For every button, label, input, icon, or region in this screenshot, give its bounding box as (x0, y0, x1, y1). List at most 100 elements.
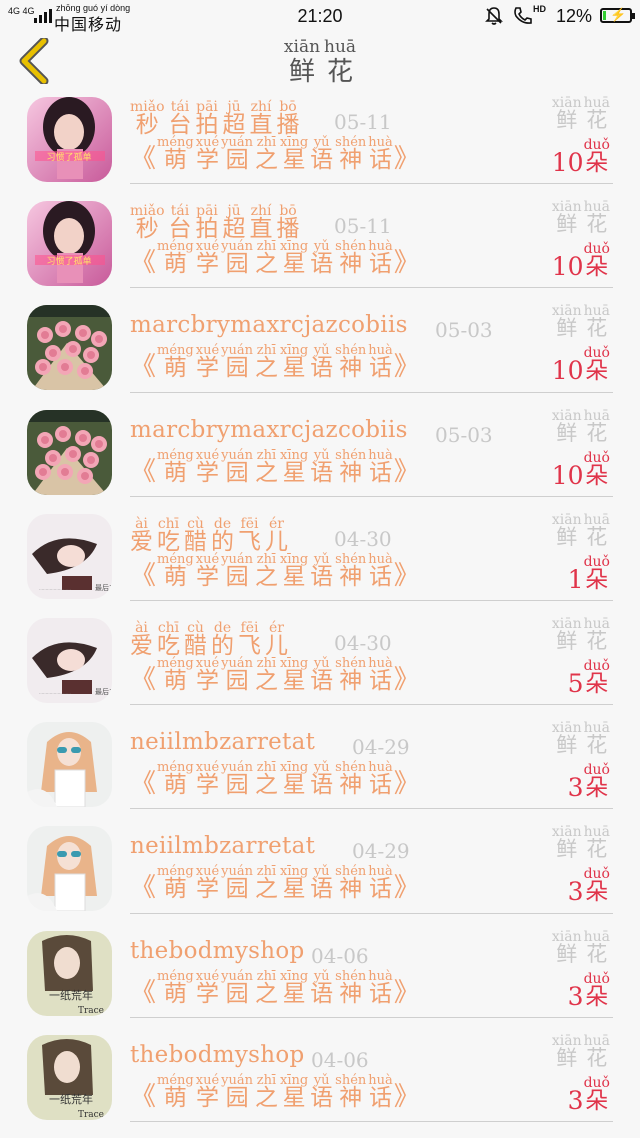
list-item[interactable]: 习惯了孤单 miǎo 秒 tái 台 pāi 拍 jū 超 zhí 直 bō 播 05-11 《 mén… (0, 88, 640, 192)
sender-name: marcbrymaxrcjazcobiis (130, 416, 408, 443)
show-title: 《 méng 萌 xué 学 yuán 园 zhī 之 xīng 星 yǔ 语 shén 神 huà 话》 (130, 447, 420, 487)
avatar[interactable] (27, 826, 112, 912)
flower-label: xiān 鲜 huā 花 (551, 95, 610, 132)
flower-count: 5 duǒ 朵 (567, 657, 610, 698)
flower-label: xiān 鲜 huā 花 (551, 407, 610, 445)
list-item[interactable]: neiilmbzarretat 04-29 《 méng 萌 xué 学 yuán 园 zhī… (0, 817, 640, 921)
gift-date: 05-03 (435, 422, 493, 447)
flower-label: xiān 鲜 huā 花 (551, 928, 610, 966)
flower-count: 3 duǒ 朵 (567, 970, 610, 1011)
flower-count: 3 duǒ 朵 (567, 762, 610, 803)
flower-label: xiān 鲜 huā 花 (551, 1032, 610, 1070)
show-title: 《 méng 萌 xué 学 yuán 园 zhī 之 xīng 星 yǔ 语 shén 神 huà 话》 (130, 655, 420, 695)
flower-count: 3 duǒ 朵 (567, 1074, 610, 1115)
gift-date: 04-30 (334, 526, 392, 551)
status-bar: 4G 4G zhōng guó yí dòng 中国移动 21:20 HD 12… (0, 0, 640, 34)
avatar[interactable] (27, 305, 112, 391)
svg-text:习惯了孤单: 习惯了孤单 (46, 151, 91, 163)
sender-name: thebodmyshop (130, 937, 305, 964)
list-item[interactable]: …………………… 最后1 ài 爱 chī 吃 cù 醋 de 的 fēi 飞 ér 儿 04-30 … (0, 609, 640, 713)
gift-date: 04-06 (311, 943, 369, 968)
row-divider (130, 391, 613, 393)
count-number: 10 (551, 356, 584, 386)
count-number: 5 (567, 668, 584, 698)
flower-count: 10 duǒ 朵 (551, 345, 610, 386)
sender-name: miǎo 秒 tái 台 pāi 拍 jū 超 zhí 直 bō 播 (130, 203, 300, 243)
avatar[interactable]: …………………… 最后1 (27, 617, 112, 703)
svg-text:……………………: …………………… (39, 690, 71, 695)
sender-name: ài 爱 chī 吃 cù 醋 de 的 fēi 飞 ér 儿 (130, 619, 288, 659)
svg-text:习惯了孤单: 习惯了孤单 (46, 255, 91, 267)
avatar[interactable]: …………………… 最后1 (27, 513, 112, 599)
svg-text:Trace: Trace (78, 1006, 104, 1016)
gift-list: 习惯了孤单 miǎo 秒 tái 台 pāi 拍 jū 超 zhí 直 bō 播 05-11 《 mén… (0, 88, 640, 1130)
show-title: 《 méng 萌 xué 学 yuán 园 zhī 之 xīng 星 yǔ 语 shén 神 huà 话》 (130, 1072, 420, 1112)
svg-text:一纸荒年: 一纸荒年 (49, 1092, 93, 1106)
flower-label: xiān 鲜 huā 花 (551, 303, 610, 341)
list-item[interactable]: marcbrymaxrcjazcobiis 05-03 《 méng 萌 xué 学 yu… (0, 401, 640, 505)
nav-header: xiān 鲜 huā 花 (0, 32, 640, 88)
flower-label: xiān 鲜 huā 花 (551, 824, 610, 862)
list-item[interactable]: 一纸荒年 Trace thebodmyshop 04-06 《 méng 萌 xué 学… (0, 922, 640, 1026)
gift-date: 04-29 (352, 735, 410, 760)
svg-text:一纸荒年: 一纸荒年 (49, 988, 93, 1002)
volte-call-icon (514, 7, 532, 24)
row-divider (130, 599, 613, 601)
gift-date: 05-11 (334, 214, 392, 239)
count-number: 10 (551, 460, 584, 490)
flower-label: xiān 鲜 huā 花 (551, 511, 610, 549)
flower-count: 10 duǒ 朵 (551, 449, 610, 490)
avatar[interactable]: 习惯了孤单 (27, 97, 112, 182)
show-title: 《 méng 萌 xué 学 yuán 园 zhī 之 xīng 星 yǔ 语 shén 神 huà 话》 (130, 864, 420, 904)
row-divider (130, 495, 613, 497)
show-title: 《 méng 萌 xué 学 yuán 园 zhī 之 xīng 星 yǔ 语 shén 神 huà 话》 (130, 343, 420, 383)
avatar[interactable] (27, 409, 112, 495)
svg-text:最后1: 最后1 (95, 583, 112, 592)
gift-date: 05-11 (334, 110, 392, 134)
battery-percent: 12% (555, 6, 592, 26)
row-divider (130, 808, 613, 810)
avatar[interactable]: 一纸荒年 Trace (27, 930, 112, 1016)
list-item[interactable]: neiilmbzarretat 04-29 《 méng 萌 xué 学 yuán 园 zhī… (0, 713, 640, 817)
count-number: 10 (551, 148, 584, 177)
count-number: 3 (567, 1085, 584, 1115)
svg-text:最后1: 最后1 (95, 687, 112, 696)
list-item[interactable]: 一纸荒年 Trace thebodmyshop 04-06 《 méng 萌 xué 学… (0, 1026, 640, 1130)
count-number: 3 (567, 981, 584, 1011)
flower-count: 10 duǒ 朵 (551, 137, 610, 177)
svg-text:……………………: …………………… (39, 586, 71, 591)
list-item[interactable]: 习惯了孤单 miǎo 秒 tái 台 pāi 拍 jū 超 zhí 直 bō 播 05-11 《 mén… (0, 192, 640, 296)
sender-name: marcbrymaxrcjazcobiis (130, 312, 408, 339)
list-item[interactable]: marcbrymaxrcjazcobiis 05-03 《 méng 萌 xué 学 yu… (0, 296, 640, 400)
flower-label: xiān 鲜 huā 花 (551, 199, 610, 237)
show-title: 《 méng 萌 xué 学 yuán 园 zhī 之 xīng 星 yǔ 语 shén 神 huà 话》 (130, 968, 420, 1008)
sender-name: neiilmbzarretat (130, 833, 316, 860)
svg-text:Trace: Trace (78, 1110, 104, 1120)
list-item[interactable]: …………………… 最后1 ài 爱 chī 吃 cù 醋 de 的 fēi 飞 ér 儿 04-30 … (0, 505, 640, 609)
show-title: 《 méng 萌 xué 学 yuán 园 zhī 之 xīng 星 yǔ 语 shén 神 huà 话》 (130, 551, 420, 591)
hd-badge: HD (533, 4, 546, 14)
row-divider (130, 287, 613, 289)
row-divider (130, 1016, 613, 1018)
row-divider (130, 1120, 613, 1122)
battery-icon: ⚡ (600, 7, 635, 23)
gift-date: 04-29 (352, 839, 410, 864)
row-divider (130, 183, 613, 185)
show-title: 《 méng 萌 xué 学 yuán 园 zhī 之 xīng 星 yǔ 语 shén 神 huà 话》 (130, 135, 420, 174)
sender-name: thebodmyshop (130, 1041, 305, 1068)
avatar[interactable]: 一纸荒年 Trace (27, 1034, 112, 1120)
avatar[interactable]: 习惯了孤单 (27, 201, 112, 287)
sender-name: miǎo 秒 tái 台 pāi 拍 jū 超 zhí 直 bō 播 (130, 99, 300, 138)
count-number: 10 (551, 252, 584, 282)
gift-date: 04-30 (334, 630, 392, 655)
row-divider (130, 912, 613, 914)
sender-name: neiilmbzarretat (130, 729, 316, 756)
count-number: 3 (567, 773, 584, 803)
flower-label: xiān 鲜 huā 花 (551, 720, 610, 758)
flower-count: 3 duǒ 朵 (567, 866, 610, 907)
gift-date: 05-03 (435, 318, 493, 343)
sender-name: ài 爱 chī 吃 cù 醋 de 的 fēi 飞 ér 儿 (130, 515, 288, 555)
show-title: 《 méng 萌 xué 学 yuán 园 zhī 之 xīng 星 yǔ 语 shén 神 huà 话》 (130, 760, 420, 800)
avatar[interactable] (27, 722, 112, 808)
flower-count: 1 duǒ 朵 (567, 553, 610, 594)
